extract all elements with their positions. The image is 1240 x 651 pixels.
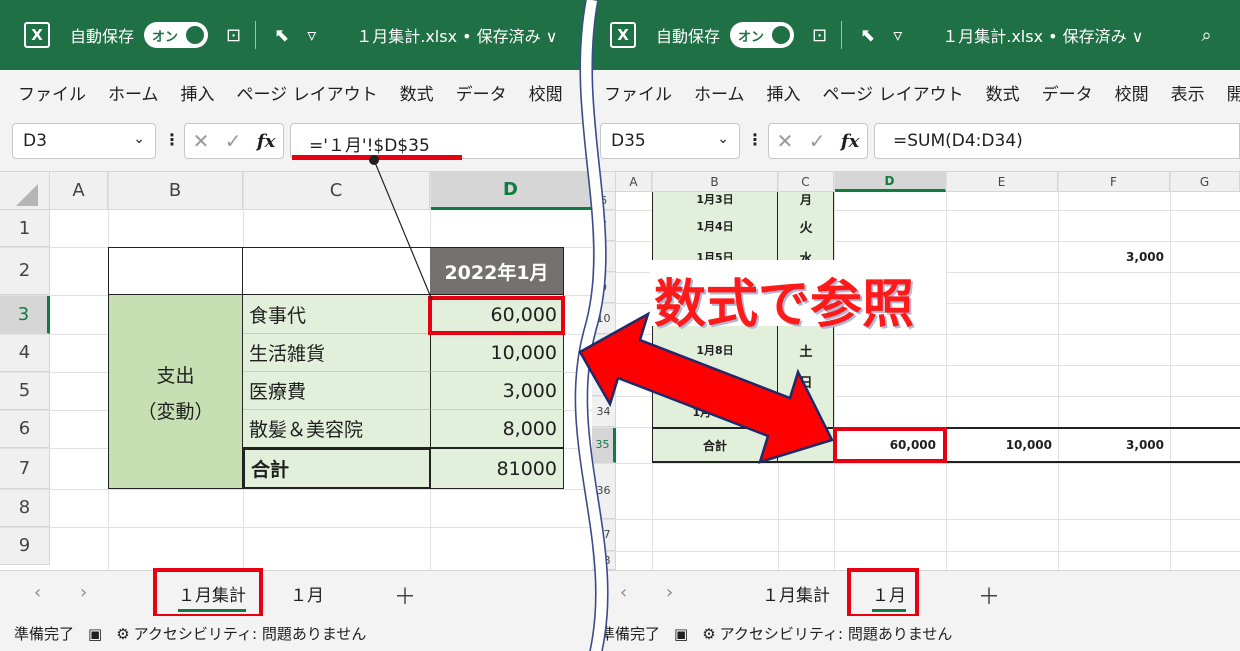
- menu-data[interactable]: データ: [1042, 80, 1093, 105]
- total-e35[interactable]: 10,000: [946, 429, 1056, 461]
- accessibility-icon[interactable]: ⚙: [116, 625, 129, 643]
- autosave-label: 自動保存: [656, 27, 721, 46]
- cell-f8-value[interactable]: 3,000: [1058, 243, 1168, 271]
- autosave-toggle[interactable]: オン: [730, 22, 795, 48]
- gridline: [1058, 172, 1059, 570]
- pointer-icon[interactable]: ⬉: [860, 25, 875, 46]
- menu-insert[interactable]: 挿入: [767, 80, 801, 105]
- sheet-tab-bar: ‹ › １月集計 １月 ＋: [0, 568, 592, 618]
- accessibility-status[interactable]: アクセシビリティ: 問題ありません: [720, 623, 953, 644]
- chevron-down-icon[interactable]: ⌄: [717, 131, 729, 147]
- accessibility-icon[interactable]: ⚙: [702, 625, 715, 643]
- formula-text: =SUM(D4:D34): [893, 131, 1023, 151]
- leader-dot: [369, 155, 379, 165]
- toggle-label: オン: [738, 29, 765, 45]
- file-name[interactable]: １月集計.xlsx • 保存済み ∨: [942, 23, 1143, 47]
- active-tab-highlight: [153, 568, 263, 618]
- status-bar: 準備完了 ▣ ⚙ アクセシビリティ: 問題ありません: [0, 616, 592, 651]
- macro-icon[interactable]: ▣: [88, 625, 102, 643]
- gridline: [1170, 172, 1171, 570]
- next-sheet-icon[interactable]: ›: [80, 582, 87, 603]
- tab-summary-label: １月集計: [762, 586, 830, 606]
- tab-january-label: １月: [290, 586, 324, 606]
- gridline: [592, 551, 1240, 552]
- menu-review[interactable]: 校閲: [1115, 80, 1149, 105]
- total-f35[interactable]: 3,000: [1058, 429, 1168, 461]
- gridline: [592, 519, 1240, 520]
- annotation-label: 数式で参照: [654, 275, 915, 335]
- menu-formulas[interactable]: 数式: [986, 80, 1020, 105]
- column-header-f[interactable]: F: [1058, 172, 1170, 192]
- menu-home[interactable]: ホーム: [694, 80, 745, 105]
- column-header-b[interactable]: B: [652, 172, 778, 192]
- date-jan-4[interactable]: 1月4日: [652, 212, 778, 240]
- next-sheet-icon[interactable]: ›: [666, 582, 673, 603]
- menu-view[interactable]: 表示: [1171, 80, 1205, 105]
- date-jan-3[interactable]: 1月3日: [652, 192, 778, 206]
- sheet-tab-bar: ‹ › １月集計 １月 ＋: [592, 568, 1240, 618]
- add-sheet-plus-icon[interactable]: ＋: [978, 579, 1000, 611]
- fx-icon[interactable]: fx: [841, 131, 859, 152]
- tab-january[interactable]: １月: [290, 581, 324, 606]
- ribbon-tabs: ファイル ホーム 挿入 ページ レイアウト 数式 データ 校閲 表示 開: [592, 70, 1240, 114]
- toolbar-separator: [841, 21, 843, 49]
- leader-line: [373, 159, 433, 301]
- menu-developer[interactable]: 開: [1227, 80, 1240, 105]
- search-icon[interactable]: ⌕: [1201, 25, 1211, 46]
- cancel-icon[interactable]: ✕: [777, 129, 794, 153]
- add-sheet-plus-icon[interactable]: ＋: [394, 579, 416, 611]
- column-header-g[interactable]: G: [1170, 172, 1240, 192]
- title-bar: X 自動保存 オン ⊡ ⬉ ▿ １月集計.xlsx • 保存済み ∨ ⌕: [592, 0, 1240, 70]
- status-ready: 準備完了: [14, 625, 75, 643]
- save-icon[interactable]: ⊡: [812, 25, 827, 46]
- status-bar: 準備完了 ▣ ⚙ アクセシビリティ: 問題ありません: [592, 616, 1240, 651]
- gridline: [946, 172, 947, 570]
- enter-icon[interactable]: ✓: [809, 129, 826, 153]
- formula-buttons: ✕ ✓ fx: [768, 123, 868, 159]
- macro-icon[interactable]: ▣: [674, 625, 688, 643]
- menu-page-layout[interactable]: ページ レイアウト: [823, 80, 964, 105]
- prev-sheet-icon[interactable]: ‹: [34, 582, 41, 603]
- dropdown-icon[interactable]: ▿: [893, 25, 902, 46]
- column-header-c[interactable]: C: [778, 172, 834, 192]
- column-header-d[interactable]: D: [834, 172, 946, 192]
- reference-leader-line: [369, 155, 433, 301]
- accessibility-status[interactable]: アクセシビリティ: 問題ありません: [134, 623, 367, 644]
- weekday-mon[interactable]: 月: [778, 192, 834, 207]
- active-tab-highlight: [847, 568, 919, 618]
- formula-bar: D35 ⌄ ⋮ ✕ ✓ fx =SUM(D4:D34): [592, 114, 1240, 172]
- formula-input[interactable]: =SUM(D4:D34): [874, 123, 1240, 159]
- tab-summary[interactable]: １月集計: [762, 581, 830, 606]
- column-header-e[interactable]: E: [946, 172, 1058, 192]
- left-window: X 自動保存 オン ⊡ ⬉ ▿ １月集計.xlsx • 保存済み ∨ ファイル …: [0, 0, 592, 651]
- weekday-tue[interactable]: 火: [778, 212, 834, 240]
- more-icon[interactable]: ⋮: [747, 130, 763, 149]
